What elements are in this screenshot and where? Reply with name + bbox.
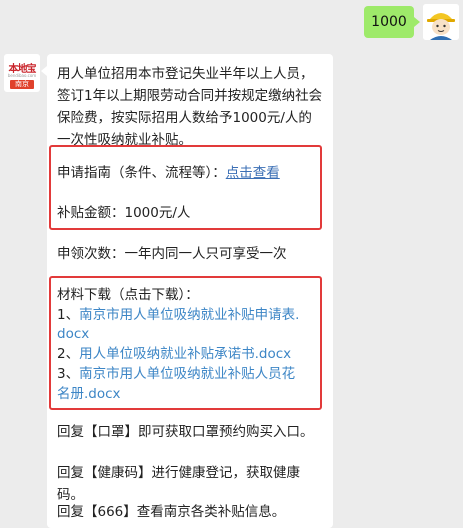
highlight-box-downloads [49,276,322,410]
account-domain: bendibao.com [7,73,37,78]
outgoing-message-text: 1000 [371,14,407,30]
construction-worker-icon [423,4,459,40]
official-account-avatar[interactable]: 本地宝 bendibao.com 南京 [4,54,40,92]
reply-666: 回复【666】查看南京各类补贴信息。 [57,504,286,520]
claim-times: 申领次数：一年内同一人只可享受一次 [57,246,287,262]
reply-health-code: 回复【健康码】进行健康登记，获取健康码。 [57,465,300,503]
highlight-box-guide [49,145,322,230]
user-avatar[interactable] [423,4,459,40]
outgoing-message-bubble[interactable]: 1000 [364,6,420,38]
account-city-tag: 南京 [10,80,34,89]
reply-mask: 回复【口罩】即可获取口罩预约购买入口。 [57,424,314,440]
intro-paragraph: 用人单位招用本市登记失业半年以上人员，签订1年以上期限劳动合同并按规定缴纳社会保… [57,66,323,148]
